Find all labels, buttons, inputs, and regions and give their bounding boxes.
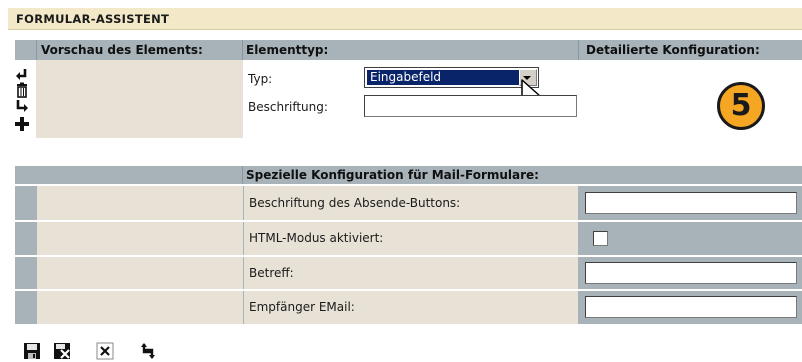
caption-input[interactable] — [364, 95, 577, 117]
step-number: 5 — [730, 88, 752, 123]
type-label: Typ: — [248, 72, 273, 86]
row-label-cell — [244, 257, 578, 289]
element-type-select[interactable]: Eingabefeld — [364, 67, 539, 88]
header-divider — [578, 40, 579, 60]
html-mode-label: HTML-Modus aktiviert: — [249, 231, 384, 245]
caption-label: Beschriftung: — [248, 100, 328, 114]
row-preview-cell — [37, 257, 243, 289]
subject-input[interactable] — [585, 262, 797, 284]
header-element-type: Elementtyp: — [246, 43, 329, 57]
header-detail-config: Detailierte Konfiguration: — [586, 43, 760, 57]
header-preview: Vorschau des Elements: — [41, 43, 203, 57]
wizard-titlebar: FORMULAR-ASSISTENT — [8, 8, 802, 30]
header-divider — [36, 40, 37, 60]
submit-button-caption-label: Beschriftung des Absende-Buttons: — [249, 196, 461, 210]
refresh-icon[interactable] — [139, 342, 157, 360]
page-title: FORMULAR-ASSISTENT — [16, 12, 170, 26]
element-header-row: Vorschau des Elements: Elementtyp: Detai… — [15, 40, 802, 60]
row-preview-cell — [37, 222, 243, 255]
delete-icon[interactable] — [14, 82, 30, 98]
step-number-badge: 5 — [717, 82, 765, 130]
mail-config-header: Spezielle Konfiguration für Mail-Formula… — [246, 168, 539, 182]
save-icon[interactable] — [23, 342, 41, 360]
submit-button-caption-input[interactable] — [585, 192, 797, 214]
save-close-icon[interactable] — [53, 342, 71, 360]
recipient-email-input[interactable] — [585, 296, 797, 318]
header-divider — [242, 166, 243, 184]
element-preview — [36, 60, 243, 138]
move-down-icon[interactable] — [14, 99, 30, 115]
add-icon[interactable] — [14, 116, 30, 132]
row-preview-cell — [37, 291, 243, 324]
move-up-icon[interactable] — [14, 66, 30, 82]
subject-label: Betreff: — [249, 266, 294, 280]
row-preview-cell — [37, 186, 243, 220]
header-divider — [242, 40, 243, 60]
element-type-value: Eingabefeld — [367, 70, 520, 85]
close-icon[interactable] — [96, 342, 114, 360]
mail-config-header-row: Spezielle Konfiguration für Mail-Formula… — [15, 166, 802, 184]
html-mode-checkbox[interactable] — [593, 231, 608, 246]
recipient-email-label: Empfänger EMail: — [249, 300, 355, 314]
